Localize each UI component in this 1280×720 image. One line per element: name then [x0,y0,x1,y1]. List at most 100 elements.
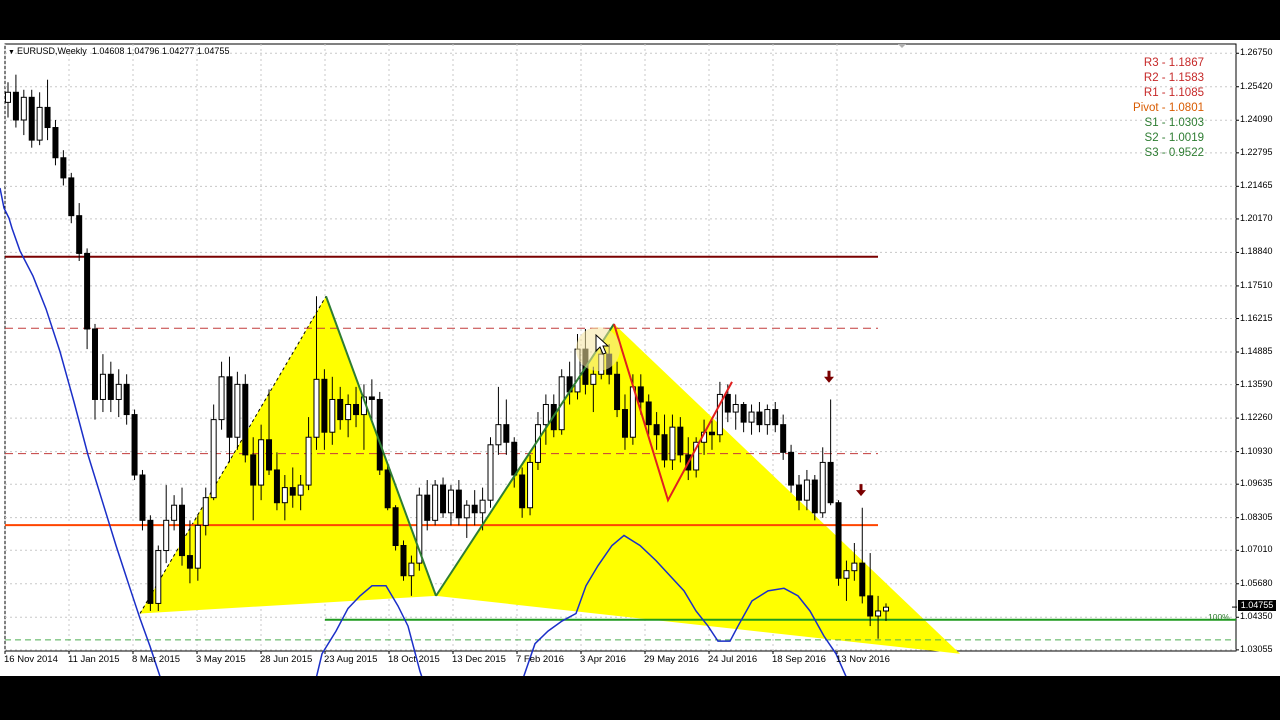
candle-bear [131,414,138,476]
candle-bear [772,409,779,426]
x-tick-label: 18 Oct 2015 [388,654,440,665]
candle-bull [281,487,288,504]
candle-bear [186,555,193,569]
candle-bear [68,177,75,217]
candle-bear [614,373,621,411]
candle-bear [661,434,668,461]
candle-bull [432,484,439,521]
candle-bear [788,451,795,486]
x-tick-label: 11 Jan 2015 [68,654,120,665]
candle-bear [455,489,462,519]
candle-bull [495,424,502,446]
candle-bull [527,461,534,509]
candle-bear [503,424,510,443]
candle-bull [297,484,304,496]
candle-bull [36,106,43,141]
y-tick-label: 1.14885 [1240,346,1273,356]
candle-bull [819,461,826,514]
candle-bull [99,373,106,400]
candle-bull [590,373,597,385]
candle-bear [12,91,19,121]
candle-bull [345,404,352,421]
x-tick-label: 24 Jul 2016 [708,654,758,665]
candle-bear [384,469,391,509]
candle-bull [851,562,858,572]
candle-bear [44,106,51,129]
candle-bull [5,91,11,103]
pivot-s2-label: S2 - 1.0019 [1144,132,1204,144]
candle-bull [479,499,486,514]
candle-bear [637,386,644,403]
y-tick-label: 1.24090 [1240,114,1273,125]
y-tick-label: 1.12260 [1240,412,1273,423]
x-tick-label: 7 Feb 2016 [516,654,565,665]
chart-window: ▼ EURUSD,Weekly 1.04608 1.04796 1.04277 1… [0,40,1280,676]
candle-bear [289,487,296,496]
candle-bull [875,610,882,617]
y-tick-label: 1.26750 [1240,47,1273,58]
y-tick-label: 1.18840 [1240,246,1273,257]
candle-bear [827,461,834,504]
candle-bull [764,409,771,426]
candle-bear [867,595,874,617]
candle-bear [92,328,99,400]
y-tick-label: 1.21465 [1240,180,1273,191]
x-tick-label: 3 Apr 2016 [580,654,626,665]
x-tick-label: 29 May 2016 [644,654,699,665]
candle-bear [266,439,273,471]
x-tick-label: 13 Nov 2016 [836,654,890,665]
candle-bull [542,404,549,426]
candle-bear [795,484,802,501]
candle-bear [724,393,731,413]
pivot-s1-label: S1 - 1.0303 [1144,117,1204,129]
chart-canvas[interactable] [0,40,1280,676]
pivot-r2-label: R2 - 1.1583 [1143,72,1204,84]
y-tick-label: 1.07010 [1240,544,1273,555]
candle-bear [621,409,628,438]
candle-bull [487,444,494,501]
chart-header: ▼ EURUSD,Weekly 1.04608 1.04796 1.04277 1… [8,46,229,56]
y-tick-label: 1.16215 [1240,312,1273,323]
candle-bear [677,426,684,456]
dropdown-triangle-icon[interactable]: ▼ [8,49,15,56]
candle-bear [123,383,130,416]
candle-bull [210,419,217,499]
candle-bear [273,469,280,504]
candle-bear [250,454,257,486]
candle-bull [155,550,162,604]
candle-bull [329,398,336,433]
current-price-box: 1.04755 [1238,600,1276,611]
candle-bear [471,504,478,514]
y-tick-label: 1.08305 [1240,511,1273,522]
candle-bull [732,404,739,413]
candle-bear [440,484,447,514]
y-tick-label: 1.13590 [1240,378,1273,389]
candle-bull [163,519,170,552]
candle-bear [740,404,747,423]
candle-bear [107,373,114,400]
pivot-s3-label: S3 - 0.9522 [1144,147,1204,159]
candle-bear [76,215,83,254]
candle-bear [60,157,67,179]
candle-bear [780,424,787,453]
candle-bear [147,519,154,604]
y-tick-label: 1.04350 [1240,611,1273,622]
candle-bear [139,474,146,521]
candle-bear [52,127,59,159]
x-tick-label: 16 Nov 2014 [4,654,58,665]
candle-bull [463,504,470,519]
candle-bull [20,96,27,121]
candle-bull [305,436,312,486]
candle-bear [84,252,91,330]
y-tick-label: 1.25420 [1240,80,1273,91]
candle-bull [258,439,265,486]
candle-bull [408,562,415,577]
candle-bear [376,398,383,471]
y-tick-label: 1.22795 [1240,146,1273,157]
y-tick-label: 1.05680 [1240,577,1273,588]
candle-bear [226,376,233,438]
pivot-main-label: Pivot - 1.0801 [1133,102,1204,114]
candle-bear [242,383,249,456]
candle-bull [748,411,755,423]
x-tick-label: 8 Mar 2015 [132,654,181,665]
